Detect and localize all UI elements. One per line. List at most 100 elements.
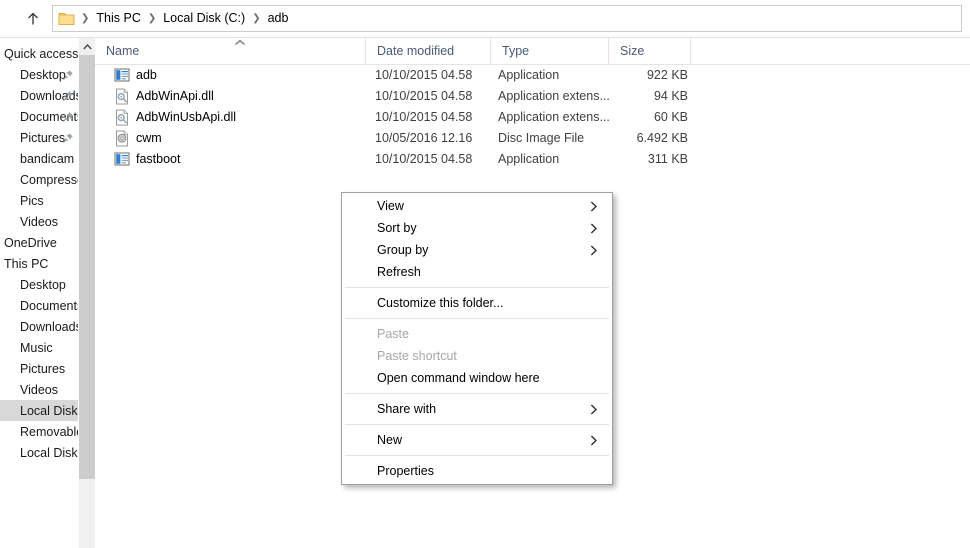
- nav-item-local-disk-e[interactable]: Local Disk (E:): [0, 442, 78, 463]
- file-size: 6.492 KB: [636, 131, 688, 145]
- submenu-chevron-icon: [590, 223, 598, 234]
- file-date-modified: 10/10/2015 04.58: [375, 152, 473, 166]
- menu-item-properties[interactable]: Properties: [342, 460, 612, 482]
- column-header-date[interactable]: Date modified: [365, 38, 490, 64]
- menu-item-open-command-window-here[interactable]: Open command window here: [342, 367, 612, 389]
- breadcrumb-separator: ❯: [147, 13, 157, 24]
- nav-item-label: Local Disk (E:): [20, 445, 78, 460]
- file-name: fastboot: [136, 152, 181, 166]
- nav-item-pictures[interactable]: Pictures: [0, 127, 78, 148]
- nav-item-pics[interactable]: Pics: [0, 190, 78, 211]
- nav-item-label: Videos: [20, 214, 58, 229]
- nav-item-compressed[interactable]: Compressed: [0, 169, 78, 190]
- context-menu: View Sort by Group by Refresh Customize t…: [341, 192, 613, 485]
- menu-item-share-with[interactable]: Share with: [342, 398, 612, 420]
- column-header-label: Name: [106, 44, 140, 58]
- menu-separator: [345, 318, 609, 319]
- column-header-name[interactable]: Name: [95, 38, 365, 64]
- menu-item-label: View: [377, 199, 404, 213]
- breadcrumb-item-adb[interactable]: adb: [265, 6, 292, 31]
- file-row[interactable]: AdbWinApi.dll 10/10/2015 04.58 Application…: [95, 86, 970, 107]
- scrollbar-thumb[interactable]: [79, 55, 95, 479]
- file-size: 94 KB: [653, 89, 688, 103]
- dll-file-icon: [116, 109, 128, 126]
- menu-item-label: Share with: [377, 402, 437, 416]
- navigation-pane: Quick access Desktop Downloads Documents …: [0, 38, 78, 548]
- column-header-label: Type: [502, 44, 530, 58]
- submenu-chevron-icon: [590, 201, 598, 212]
- disc-image-file-icon: [116, 130, 128, 147]
- menu-item-customize-this-folder[interactable]: Customize this folder...: [342, 292, 612, 314]
- file-name: adb: [136, 68, 157, 82]
- file-row[interactable]: AdbWinUsbApi.dll 10/10/2015 04.58 Applicat…: [95, 107, 970, 128]
- menu-item-sort-by[interactable]: Sort by: [342, 217, 612, 239]
- nav-item-downloads[interactable]: Downloads: [0, 85, 78, 106]
- column-header-empty[interactable]: [690, 38, 970, 64]
- nav-item-label: Pictures: [20, 130, 66, 145]
- breadcrumb-separator: ❯: [81, 13, 90, 24]
- menu-separator: [345, 455, 609, 456]
- column-header-size[interactable]: Size: [608, 38, 690, 64]
- nav-item-desktop[interactable]: Desktop: [0, 274, 78, 295]
- nav-item-label: Removable Disk (D:): [20, 424, 78, 439]
- menu-item-label: New: [377, 433, 403, 447]
- column-header-type[interactable]: Type: [490, 38, 608, 64]
- file-row[interactable]: adb 10/10/2015 04.58 Application 922 KB: [95, 65, 970, 86]
- pin-icon: [62, 69, 73, 80]
- nav-item-removable-disk-d[interactable]: Removable Disk (D:): [0, 421, 78, 442]
- file-name: AdbWinUsbApi.dll: [136, 110, 237, 124]
- file-date-modified: 10/10/2015 04.58: [375, 110, 473, 124]
- up-one-level-button[interactable]: [22, 8, 44, 30]
- nav-item-videos[interactable]: Videos: [0, 211, 78, 232]
- menu-item-group-by[interactable]: Group by: [342, 239, 612, 261]
- nav-item-desktop[interactable]: Desktop: [0, 64, 78, 85]
- navigation-pane-scrollbar[interactable]: [78, 38, 95, 548]
- breadcrumb-item-this-pc[interactable]: This PC: [93, 6, 143, 31]
- file-name: AdbWinApi.dll: [136, 89, 214, 103]
- file-size: 60 KB: [653, 110, 688, 124]
- nav-item-music[interactable]: Music: [0, 337, 78, 358]
- breadcrumb-item-local-disk-c[interactable]: Local Disk (C:): [160, 6, 248, 31]
- nav-item-label: This PC: [4, 256, 49, 271]
- nav-item-documents[interactable]: Documents: [0, 295, 78, 316]
- nav-item-label: Desktop: [20, 277, 66, 292]
- column-header-label: Size: [620, 44, 645, 58]
- nav-item-pictures[interactable]: Pictures: [0, 358, 78, 379]
- nav-item-videos[interactable]: Videos: [0, 379, 78, 400]
- file-size: 311 KB: [647, 152, 688, 166]
- menu-item-view[interactable]: View: [342, 195, 612, 217]
- nav-item-label: Pics: [20, 193, 44, 208]
- nav-item-label: Documents: [20, 298, 78, 313]
- nav-item-quick-access[interactable]: Quick access: [0, 43, 78, 64]
- nav-item-this-pc[interactable]: This PC: [0, 253, 78, 274]
- menu-item-label: Refresh: [377, 265, 421, 279]
- nav-item-label: Local Disk (C:): [20, 403, 78, 418]
- up-arrow-icon: [28, 12, 38, 25]
- menu-item-paste-shortcut: Paste shortcut: [342, 345, 612, 367]
- nav-item-local-disk-c[interactable]: Local Disk (C:): [0, 400, 78, 421]
- menu-item-refresh[interactable]: Refresh: [342, 261, 612, 283]
- submenu-chevron-icon: [590, 245, 598, 256]
- breadcrumb[interactable]: ❯ This PC ❯ Local Disk (C:) ❯ adb: [52, 5, 962, 32]
- menu-separator: [345, 424, 609, 425]
- menu-item-new[interactable]: New: [342, 429, 612, 451]
- menu-item-label: Properties: [377, 464, 434, 478]
- nav-item-documents[interactable]: Documents: [0, 106, 78, 127]
- file-date-modified: 10/10/2015 04.58: [375, 68, 473, 82]
- file-row[interactable]: cwm 10/05/2016 12.16 Disc Image File 6.492 …: [95, 128, 970, 149]
- scroll-up-button[interactable]: [79, 38, 95, 55]
- nav-item-label: Videos: [20, 382, 58, 397]
- nav-item-label: Music: [20, 340, 53, 355]
- menu-item-paste: Paste: [342, 323, 612, 345]
- pin-icon: [62, 111, 73, 122]
- column-headers: Name Date modified Type Size: [95, 38, 970, 65]
- file-size: 922 KB: [646, 68, 688, 82]
- application-icon: [114, 68, 130, 82]
- nav-item-bandicam[interactable]: bandicam: [0, 148, 78, 169]
- nav-item-onedrive[interactable]: OneDrive: [0, 232, 78, 253]
- nav-item-downloads[interactable]: Downloads: [0, 316, 78, 337]
- address-bar: ❯ This PC ❯ Local Disk (C:) ❯ adb: [0, 0, 970, 38]
- file-row[interactable]: fastboot 10/10/2015 04.58 Application 311 K…: [95, 149, 970, 170]
- submenu-chevron-icon: [590, 435, 598, 446]
- menu-item-label: Group by: [377, 243, 429, 257]
